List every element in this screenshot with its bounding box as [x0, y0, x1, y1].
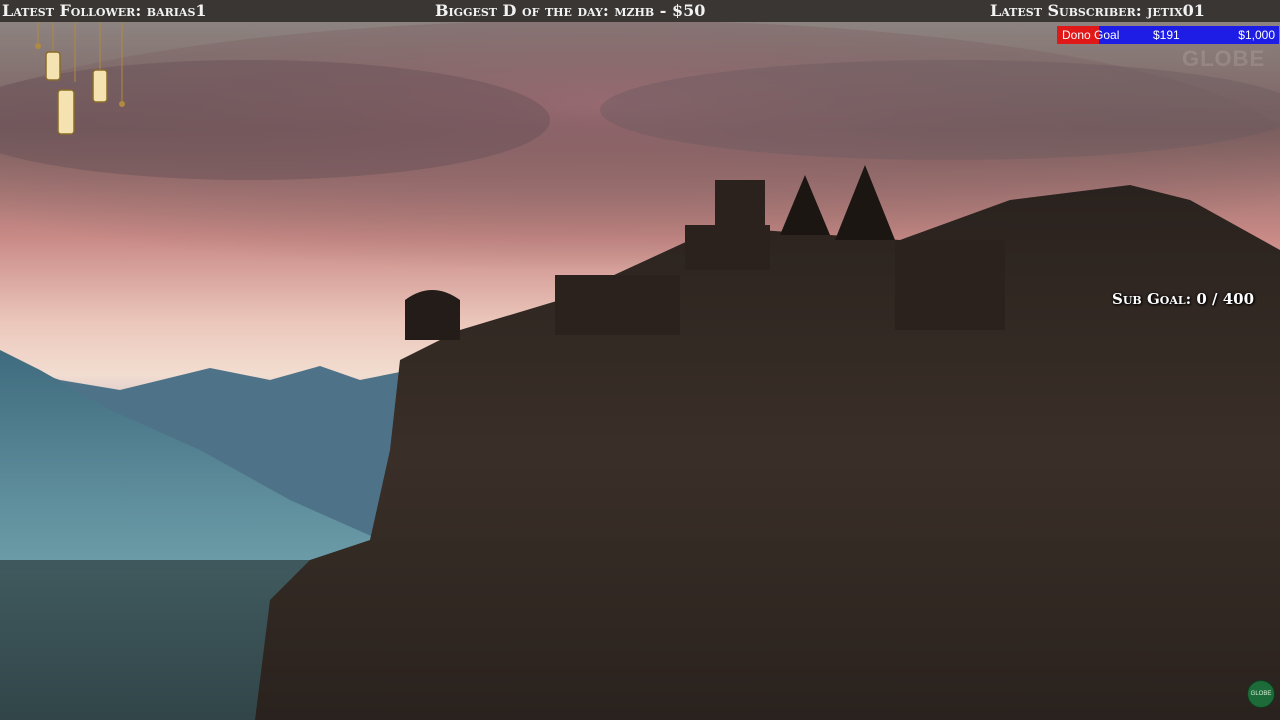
biggest-donation: Biggest D of the day: mzhb - $50 — [435, 1, 706, 20]
corner-logo: GLOBE — [1247, 680, 1275, 708]
dono-goal-bar: Dono Goal $191 $1,000 — [1057, 26, 1279, 44]
stream-background — [0, 0, 1280, 720]
dono-goal-label: Dono Goal — [1062, 28, 1120, 42]
latest-subscriber: Latest Subscriber: jetix01 — [990, 1, 1205, 20]
lantern-icon — [35, 22, 125, 135]
stream-info-bar: Latest Follower: barias1 Biggest D of th… — [0, 0, 1280, 22]
latest-follower: Latest Follower: barias1 — [2, 1, 207, 20]
dono-goal-current: $191 — [1153, 28, 1180, 42]
dono-goal-max: $1,000 — [1238, 28, 1275, 42]
channel-watermark: GLOBE — [1182, 46, 1266, 71]
sub-goal: Sub Goal: 0 / 400 — [1112, 290, 1255, 308]
